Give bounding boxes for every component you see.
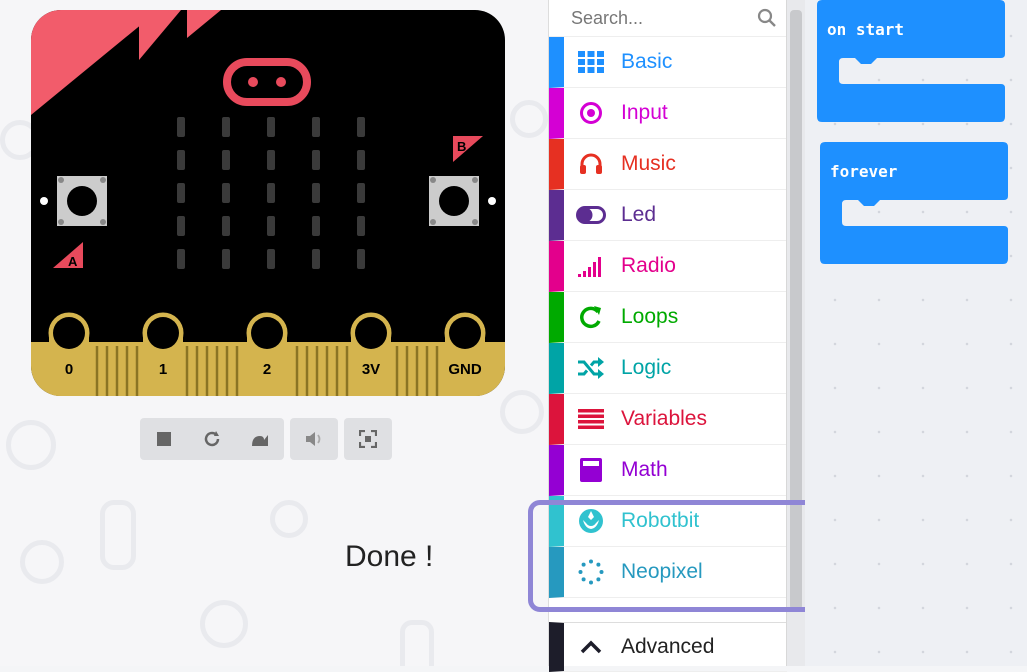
category-input[interactable]: Input [549,88,787,139]
category-label: Variables [621,407,707,430]
led-pixel [357,249,365,269]
restart-icon [204,431,220,447]
led-pixel [222,216,230,236]
pin-label-0: 0 [65,361,73,378]
category-label: Music [621,152,676,175]
led-pixel [267,216,275,236]
category-logic[interactable]: Logic [549,343,787,394]
led-pixel [312,117,320,137]
toolbox-search [549,0,787,37]
mute-control [290,418,338,460]
mute-icon [306,432,321,446]
restart-button[interactable] [188,418,236,460]
category-label: Basic [621,50,673,73]
simulator-controls [140,418,284,460]
led-pixel [177,216,185,236]
button-b[interactable] [429,176,479,226]
category-label: Loops [621,305,679,328]
calculator-icon [576,455,606,485]
category-led[interactable]: Led [549,190,787,241]
led-pixel [177,183,185,203]
led-pixel [267,150,275,170]
simulator-pane: 0 1 2 3V GND A B Done ! [0,0,548,666]
grid-icon [576,47,606,77]
on-start-block[interactable]: on start [817,0,1005,129]
category-label: Led [621,203,657,226]
chevron-up-icon [576,632,606,662]
pin-label-gnd: GND [448,361,482,378]
background-doodle [270,500,308,538]
led-pixel [222,249,230,269]
led-pixel [267,249,275,269]
led-pixel [222,183,230,203]
background-doodle [6,420,56,470]
led-pixel [357,117,365,137]
category-advanced[interactable]: Advanced [549,622,787,672]
fullscreen-button[interactable] [344,418,392,460]
background-doodle [200,600,248,648]
microbit-board: 0 1 2 3V GND A B [31,10,505,396]
led-pixel [312,150,320,170]
led-pixel [267,117,275,137]
category-radio[interactable]: Radio [549,241,787,292]
led-pixel [357,150,365,170]
led-pixel [312,183,320,203]
slow-motion-button[interactable] [236,418,284,460]
toggle-icon [576,200,606,230]
pin-label-2: 2 [263,361,271,378]
background-doodle [20,540,64,584]
forever-block[interactable]: forever [820,142,1008,271]
category-music[interactable]: Music [549,139,787,190]
headphones-icon [576,149,606,179]
background-doodle [500,390,544,434]
led-pixel [312,249,320,269]
pin-label-1: 1 [159,361,167,378]
led-pixel [177,150,185,170]
target-icon [576,98,606,128]
background-doodle [400,620,434,666]
block-label: on start [827,20,905,39]
blocks-workspace[interactable]: on start forever [805,0,1027,666]
category-label: Input [621,101,668,124]
led-pixel [267,183,275,203]
category-math[interactable]: Math [549,445,787,496]
simulator-toolbar [140,418,392,460]
led-pixel [177,117,185,137]
category-basic[interactable]: Basic [549,37,787,88]
pin-label-3v: 3V [362,361,380,378]
refresh-icon [576,302,606,332]
shuffle-icon [576,353,606,383]
led-pixel [222,150,230,170]
category-variables[interactable]: Variables [549,394,787,445]
led-pixel [177,249,185,269]
button-b-label: B [457,139,466,154]
button-a[interactable] [57,176,107,226]
background-doodle [100,500,136,570]
button-a-label: A [68,254,78,269]
slow-motion-icon [252,435,268,446]
led-pixel [312,216,320,236]
download-status: Done ! [345,540,434,573]
category-label: Advanced [621,635,715,658]
category-label: Logic [621,356,672,379]
led-pixel [357,216,365,236]
stop-button[interactable] [140,418,188,460]
list-icon [576,404,606,434]
extensions-highlight [528,500,820,612]
stop-icon [157,432,171,446]
led-pixel [222,117,230,137]
mute-button[interactable] [290,418,338,460]
fullscreen-icon [359,430,377,448]
background-doodle [510,100,548,138]
fullscreen-control [344,418,392,460]
block-label: forever [830,162,898,181]
category-loops[interactable]: Loops [549,292,787,343]
signal-bars-icon [576,251,606,281]
category-label: Radio [621,254,676,277]
category-label: Math [621,458,668,481]
led-pixel [357,183,365,203]
search-icon[interactable] [757,8,777,28]
search-input[interactable] [569,6,733,30]
